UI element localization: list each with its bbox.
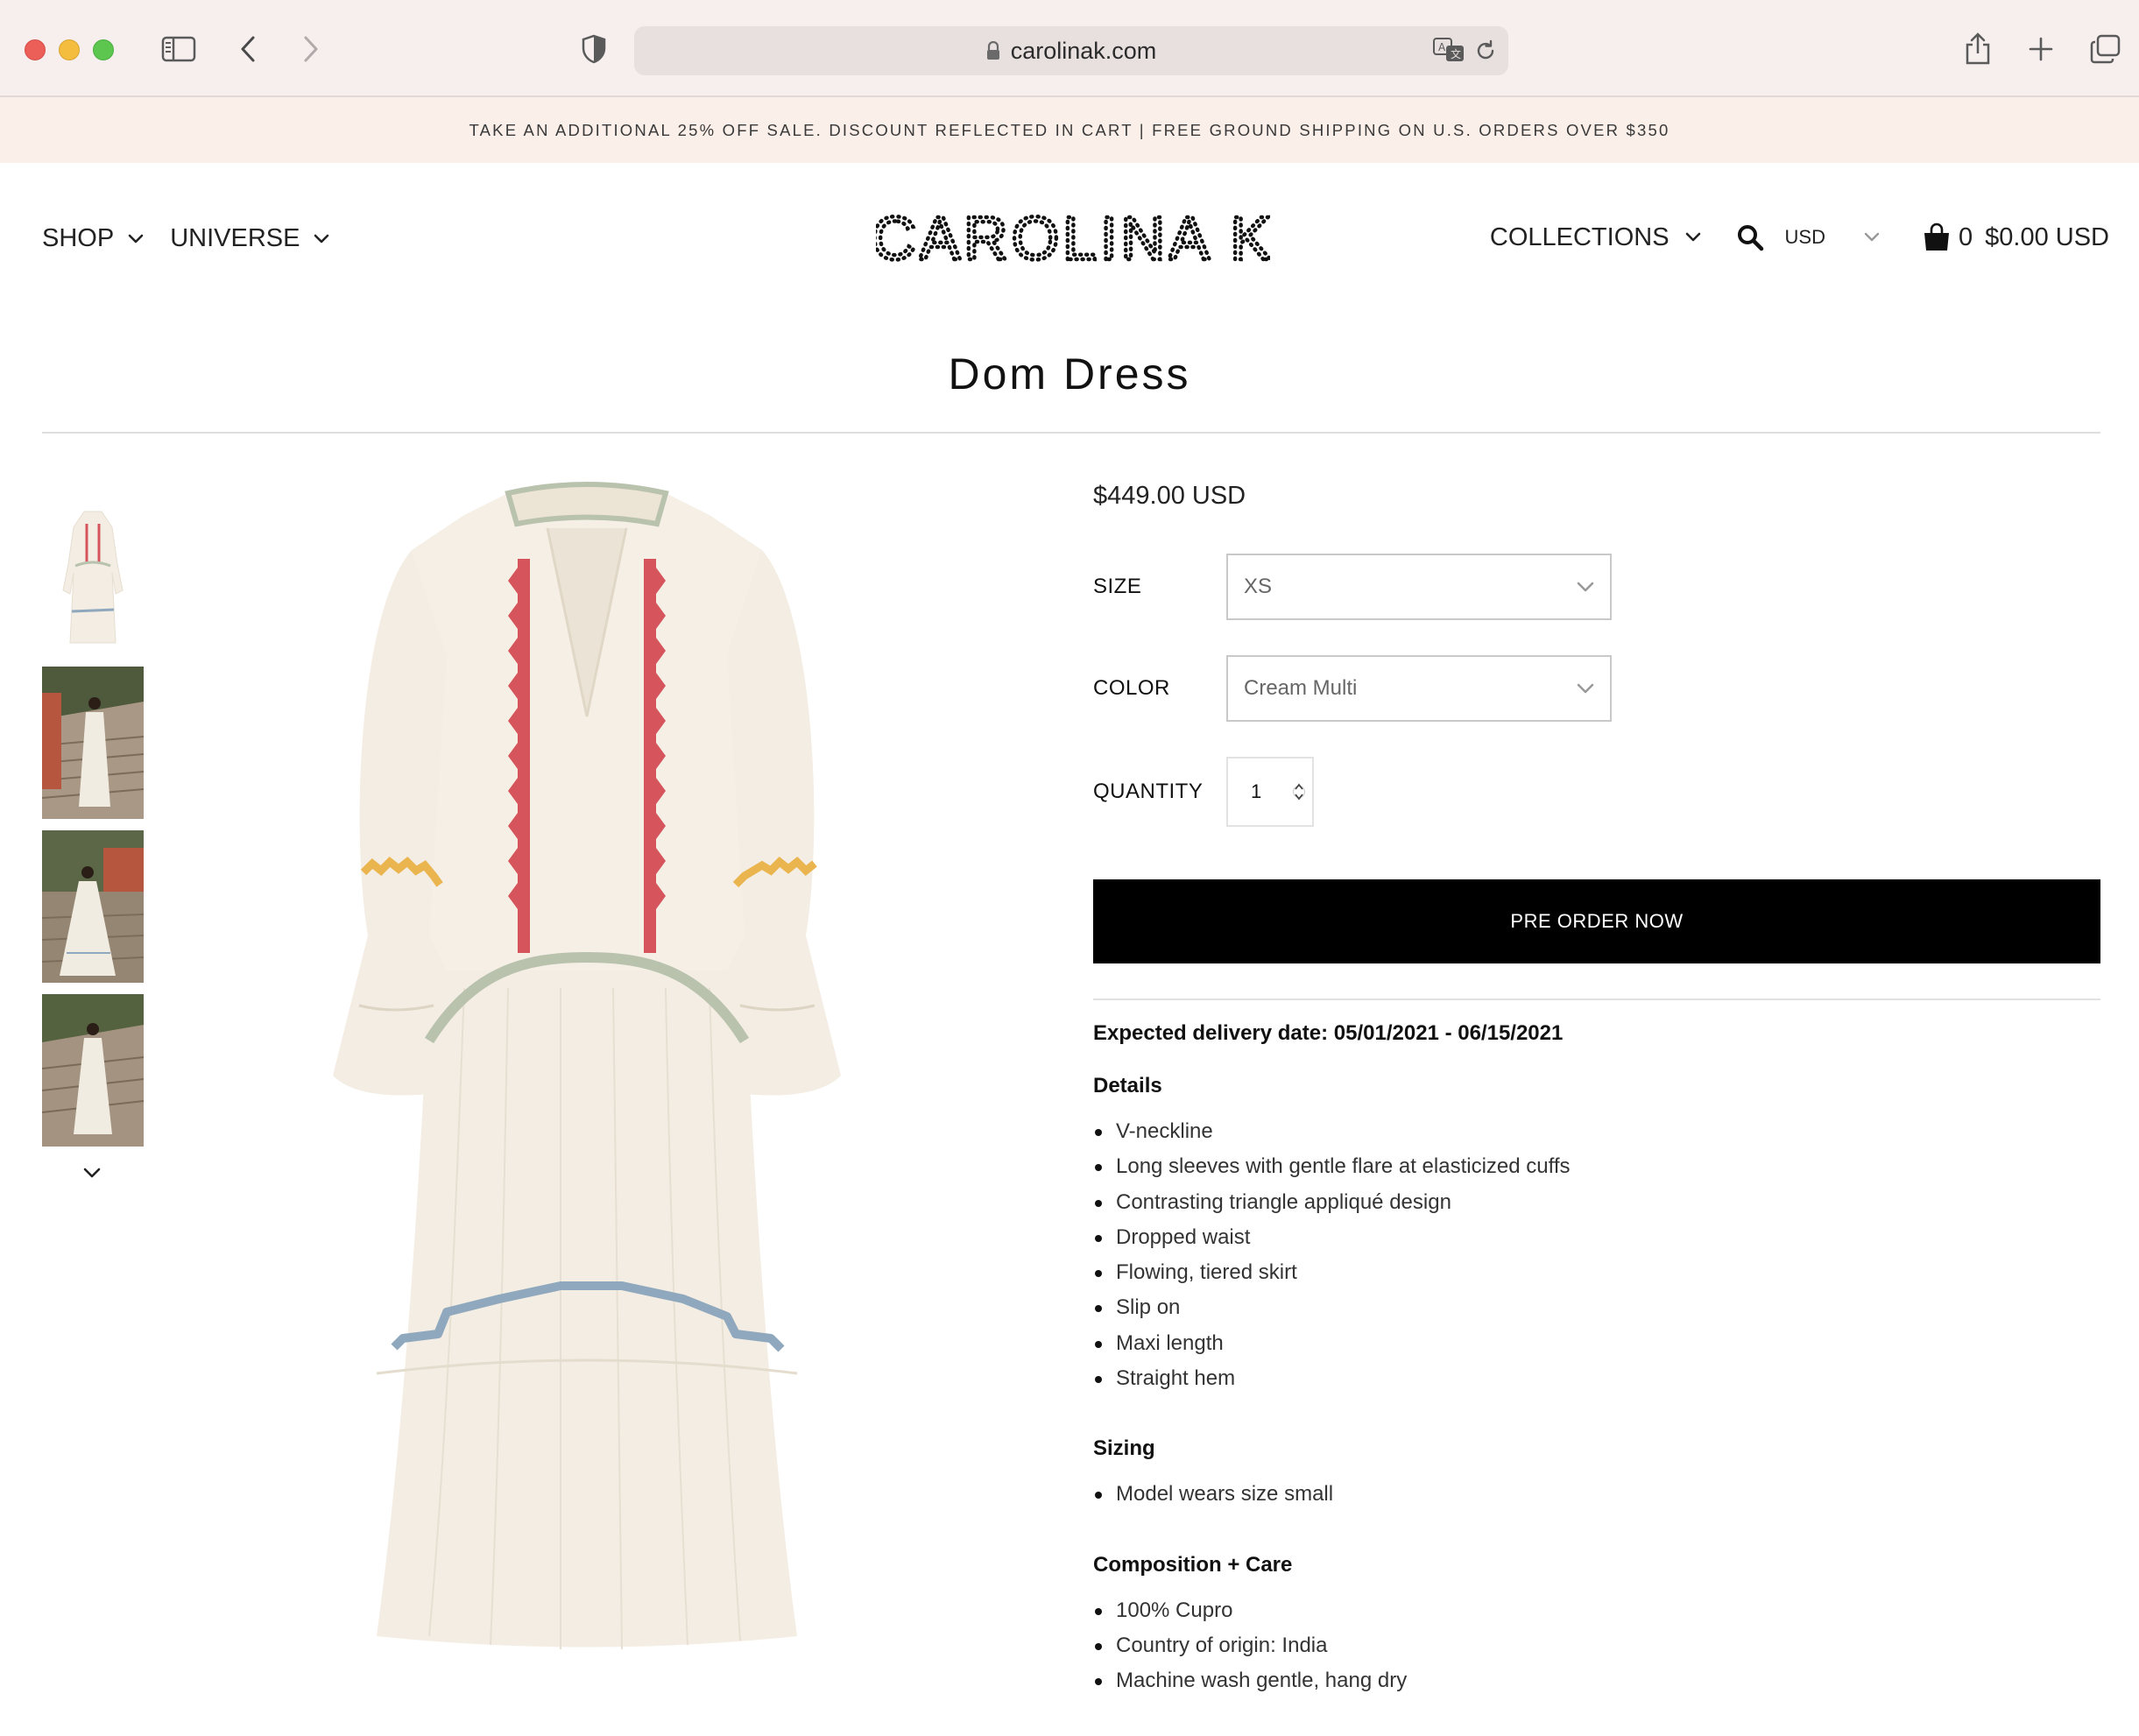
cart-count: 0 bbox=[1959, 222, 1973, 251]
address-bar[interactable]: carolinak.com A文 bbox=[634, 26, 1508, 75]
thumbnail-3[interactable] bbox=[42, 830, 144, 983]
quantity-label: QUANTITY bbox=[1093, 780, 1204, 803]
product-image bbox=[333, 482, 841, 1650]
quantity-stepper[interactable]: 1 bbox=[1226, 757, 1314, 827]
list-item: Country of origin: India bbox=[1093, 1628, 2100, 1663]
list-item: Dropped waist bbox=[1093, 1220, 2100, 1255]
list-item: Slip on bbox=[1093, 1290, 2100, 1325]
list-item: Contrasting triangle appliqué design bbox=[1093, 1185, 2100, 1220]
chevron-down-icon bbox=[314, 234, 329, 243]
thumbnail-1[interactable] bbox=[42, 503, 144, 655]
list-item: V-neckline bbox=[1093, 1114, 2100, 1149]
color-select[interactable]: Cream Multi bbox=[1226, 655, 1612, 722]
pre-order-button[interactable]: PRE ORDER NOW bbox=[1093, 879, 2100, 963]
chevron-down-icon bbox=[1577, 582, 1594, 592]
product-info: Expected delivery date: 05/01/2021 - 06/… bbox=[1093, 1016, 2100, 1699]
sizing-heading: Sizing bbox=[1093, 1436, 1155, 1461]
currency-value: USD bbox=[1784, 226, 1825, 248]
chevron-down-icon bbox=[1864, 232, 1880, 242]
list-item: 100% Cupro bbox=[1093, 1593, 2100, 1628]
list-item: Straight hem bbox=[1093, 1361, 2100, 1396]
zoom-window-button[interactable] bbox=[93, 39, 114, 60]
chevron-down-icon bbox=[1577, 683, 1594, 694]
divider bbox=[42, 432, 2100, 434]
nav-shop[interactable]: SHOP bbox=[42, 224, 144, 253]
url-text: carolinak.com bbox=[1010, 37, 1157, 64]
brand-logo[interactable]: CAROLINA K bbox=[876, 207, 1270, 268]
sizing-list: Model wears size small bbox=[1093, 1477, 2100, 1512]
thumbnail-2[interactable] bbox=[42, 667, 144, 819]
close-window-button[interactable] bbox=[25, 39, 46, 60]
list-item: Long sleeves with gentle flare at elasti… bbox=[1093, 1149, 2100, 1184]
stepper-arrows-icon[interactable] bbox=[1293, 780, 1305, 803]
cart-total: $0.00 USD bbox=[1985, 222, 2109, 251]
details-heading: Details bbox=[1093, 1074, 1162, 1097]
divider bbox=[1093, 999, 2100, 1000]
thumbnail-scroll-down-icon[interactable] bbox=[82, 1167, 102, 1179]
minimize-window-button[interactable] bbox=[59, 39, 80, 60]
list-item: Model wears size small bbox=[1093, 1477, 2100, 1512]
promo-text: TAKE AN ADDITIONAL 25% OFF SALE. DISCOUN… bbox=[469, 120, 1670, 139]
logo-text: CAROLINA K bbox=[876, 207, 1270, 268]
sidebar-icon[interactable] bbox=[158, 28, 200, 70]
product-title: Dom Dress bbox=[948, 349, 1191, 399]
currency-select[interactable]: USD bbox=[1785, 226, 1880, 249]
nav-shop-label: SHOP bbox=[42, 224, 115, 252]
product-panel: $449.00 USD SIZE XS COLOR Cream Multi QU… bbox=[1093, 473, 2100, 1692]
back-chevron-icon[interactable] bbox=[235, 28, 261, 70]
utility-nav: COLLECTIONS USD 0 $0.00 USD bbox=[1490, 222, 2109, 252]
svg-text:文: 文 bbox=[1451, 47, 1461, 60]
color-row: COLOR Cream Multi bbox=[1093, 655, 1612, 722]
nav-universe[interactable]: UNIVERSE bbox=[170, 224, 329, 253]
thumbnail-4[interactable] bbox=[42, 994, 144, 1147]
new-tab-icon[interactable] bbox=[2025, 28, 2057, 70]
size-row: SIZE XS bbox=[1093, 554, 1612, 620]
quantity-value: 1 bbox=[1251, 780, 1262, 802]
care-list: 100% Cupro Country of origin: India Mach… bbox=[1093, 1593, 2100, 1699]
translate-icon[interactable]: A文 bbox=[1433, 37, 1466, 63]
chevron-down-icon bbox=[1685, 232, 1700, 242]
details-list: V-neckline Long sleeves with gentle flar… bbox=[1093, 1114, 2100, 1396]
care-heading: Composition + Care bbox=[1093, 1552, 1293, 1577]
list-item: Machine wash gentle, hang dry bbox=[1093, 1663, 2100, 1698]
chevron-down-icon bbox=[128, 234, 144, 243]
product-price: $449.00 USD bbox=[1093, 482, 1246, 510]
share-icon[interactable] bbox=[1962, 28, 1994, 70]
list-item: Maxi length bbox=[1093, 1326, 2100, 1361]
shield-icon[interactable] bbox=[578, 28, 610, 70]
reload-icon[interactable] bbox=[1473, 39, 1498, 63]
nav-collections-label: COLLECTIONS bbox=[1489, 222, 1670, 251]
promo-banner: TAKE AN ADDITIONAL 25% OFF SALE. DISCOUN… bbox=[0, 97, 2139, 163]
color-value: Cream Multi bbox=[1244, 676, 1358, 700]
size-label: SIZE bbox=[1093, 575, 1142, 598]
lock-icon bbox=[986, 41, 999, 60]
nav-universe-label: UNIVERSE bbox=[170, 224, 300, 252]
size-select[interactable]: XS bbox=[1226, 554, 1612, 620]
svg-text:A: A bbox=[1438, 41, 1446, 53]
nav-collections[interactable]: COLLECTIONS bbox=[1490, 223, 1701, 252]
delivery-date: Expected delivery date: 05/01/2021 - 06/… bbox=[1093, 1021, 1564, 1045]
cart-bag-icon bbox=[1924, 222, 1949, 251]
size-value: XS bbox=[1244, 575, 1273, 598]
forward-chevron-icon[interactable] bbox=[298, 28, 324, 70]
color-label: COLOR bbox=[1093, 676, 1170, 700]
tab-overview-icon[interactable] bbox=[2088, 28, 2123, 70]
primary-nav: SHOP UNIVERSE bbox=[42, 224, 356, 253]
cart-link[interactable]: 0 $0.00 USD bbox=[1922, 222, 2109, 252]
list-item: Flowing, tiered skirt bbox=[1093, 1255, 2100, 1290]
search-icon[interactable] bbox=[1736, 223, 1764, 251]
quantity-row: QUANTITY 1 bbox=[1093, 757, 1314, 827]
browser-toolbar: carolinak.com A文 bbox=[0, 0, 2139, 97]
